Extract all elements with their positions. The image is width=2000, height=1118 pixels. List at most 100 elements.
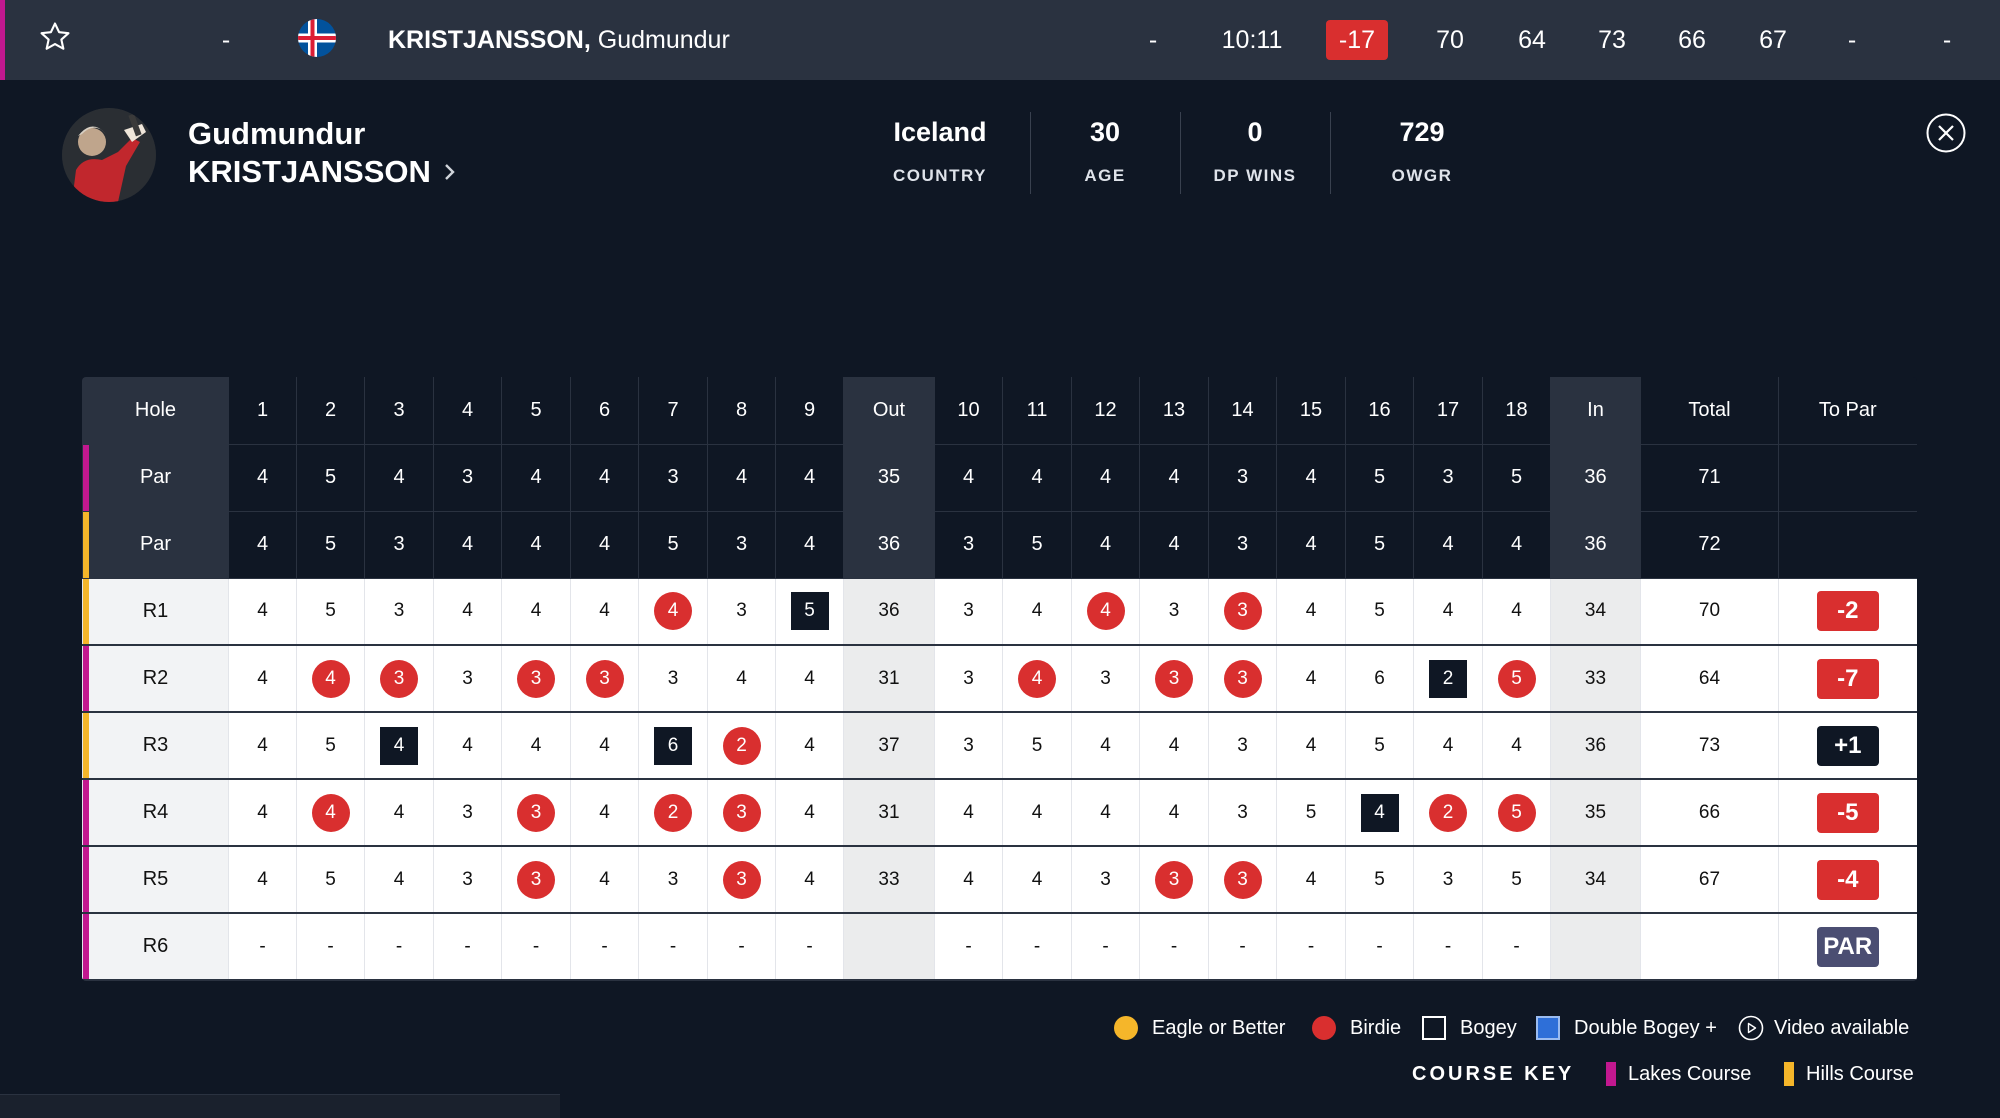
score-cell: 3 bbox=[1208, 578, 1277, 646]
birdie-marker: 3 bbox=[517, 659, 555, 698]
score-cell: 70 bbox=[1640, 578, 1779, 646]
score-cell: 3 bbox=[1208, 846, 1277, 914]
par-cell: 3 bbox=[638, 444, 708, 512]
round-row-r6[interactable]: R6- - - - - - - - - - - - - - - - - - PAR bbox=[82, 913, 1917, 981]
header-cell: 8 bbox=[707, 377, 776, 445]
round-row-r3[interactable]: R3 4 5 4 4 4 4 6 2 4 37 3 5 4 4 3 4 5 4 4 36 73 +1 bbox=[82, 712, 1917, 780]
double-bogey-swatch bbox=[1536, 1016, 1560, 1040]
legend-bogey: Bogey bbox=[1422, 1012, 1517, 1044]
score-cell: - bbox=[1139, 913, 1209, 981]
score-cell: 3 bbox=[707, 578, 776, 646]
score-cell: 4 bbox=[228, 645, 297, 713]
par-cell: 5 bbox=[1002, 511, 1072, 579]
legend-double-bogey: Double Bogey + bbox=[1536, 1012, 1717, 1044]
lakes-course-stripe bbox=[83, 646, 89, 711]
player-row[interactable]: - KRISTJANSSON, Gudmundur - 10:11 -17 70… bbox=[0, 0, 2000, 80]
score-cell: 5 bbox=[296, 846, 365, 914]
hills-course-stripe bbox=[83, 511, 89, 578]
stat-dp-wins: 0 DP WINS bbox=[1200, 112, 1310, 198]
par-cell: 4 bbox=[1276, 511, 1346, 579]
par-cell: 72 bbox=[1640, 511, 1779, 579]
lakes-course-stripe bbox=[83, 780, 89, 845]
score-cell: 3 bbox=[638, 645, 708, 713]
par-cell: 4 bbox=[433, 511, 502, 579]
par-cell: 4 bbox=[1139, 511, 1209, 579]
bogey-marker: 5 bbox=[790, 592, 829, 631]
score-cell: 4 bbox=[228, 578, 297, 646]
score-cell: 5 bbox=[1002, 712, 1072, 780]
header-cell: 5 bbox=[501, 377, 571, 445]
row-label: R3 bbox=[82, 712, 229, 780]
par-cell: 71 bbox=[1640, 444, 1779, 512]
player-last-name: KRISTJANSSON, bbox=[388, 25, 591, 54]
score-cell: 4 bbox=[228, 779, 297, 847]
par-cell: 36 bbox=[1550, 444, 1641, 512]
score-cell: 4 bbox=[570, 712, 639, 780]
score-cell: 3 bbox=[1071, 846, 1140, 914]
lakes-course-stripe bbox=[83, 914, 89, 979]
score-cell: - bbox=[707, 913, 776, 981]
par-cell: 36 bbox=[1550, 511, 1641, 579]
stat-divider bbox=[1180, 112, 1181, 194]
to-par-cell: -17 bbox=[1324, 0, 1390, 80]
score-cell: 5 bbox=[1276, 779, 1346, 847]
score-cell: - bbox=[570, 913, 639, 981]
score-cell: 3 bbox=[934, 645, 1003, 713]
close-icon[interactable] bbox=[1926, 113, 1966, 153]
score-cell: 4 bbox=[570, 779, 639, 847]
score-cell: 4 bbox=[1345, 779, 1414, 847]
score-cell: 5 bbox=[1482, 846, 1551, 914]
score-cell: 31 bbox=[843, 645, 935, 713]
to-par-badge: -17 bbox=[1326, 20, 1388, 60]
score-cell: - bbox=[1208, 913, 1277, 981]
score-cell: 31 bbox=[843, 779, 935, 847]
round-row-r4[interactable]: R4 4 4 4 3 3 4 2 3 4 31 4 4 4 4 3 5 4 2 5 35 66 -5 bbox=[82, 779, 1917, 847]
header-cell: In bbox=[1550, 377, 1641, 445]
stat-divider bbox=[1030, 112, 1031, 194]
birdie-marker: 3 bbox=[1223, 659, 1262, 698]
round-2-score: 64 bbox=[1518, 25, 1546, 54]
score-cell: 4 bbox=[775, 645, 844, 713]
row-label-text: R2 bbox=[142, 667, 169, 689]
tee-time: 10:11 bbox=[1221, 25, 1283, 54]
birdie-marker: 3 bbox=[1223, 592, 1262, 631]
header-cell: To Par bbox=[1778, 377, 1917, 445]
round-row-r2[interactable]: R2 4 4 3 3 3 3 3 4 4 31 3 4 3 3 3 4 6 2 5 33 64 -7 bbox=[82, 645, 1917, 713]
par-cell bbox=[1778, 444, 1917, 512]
row-label: R6 bbox=[82, 913, 229, 981]
bogey-marker: 4 bbox=[1360, 793, 1399, 832]
birdie-marker: 4 bbox=[311, 793, 350, 832]
header-cell: 2 bbox=[296, 377, 365, 445]
lakes-label: Lakes Course bbox=[1628, 1062, 1752, 1085]
round-4-score: 66 bbox=[1678, 25, 1706, 54]
stat-label: AGE bbox=[1084, 166, 1126, 185]
par-cell: 5 bbox=[1482, 444, 1551, 512]
round-6-score: - bbox=[1847, 25, 1857, 54]
star-icon[interactable] bbox=[38, 20, 72, 54]
position: - bbox=[221, 25, 231, 54]
player-name[interactable]: KRISTJANSSON, Gudmundur bbox=[388, 0, 730, 80]
score-cell: 2 bbox=[638, 779, 708, 847]
score-cell: 5 bbox=[1482, 779, 1551, 847]
player-first-name: Gudmundur bbox=[597, 25, 730, 54]
score-cell: 4 bbox=[296, 779, 365, 847]
row-label-text: R4 bbox=[142, 801, 169, 823]
to-par-badge: -5 bbox=[1816, 792, 1879, 833]
par-cell: 5 bbox=[296, 444, 365, 512]
par-cell: 4 bbox=[707, 444, 776, 512]
birdie-marker: 5 bbox=[1497, 793, 1536, 832]
round-row-r1[interactable]: R1 4 5 3 4 4 4 4 3 5 36 3 4 4 3 3 4 5 4 4 34 70 -2 bbox=[82, 578, 1917, 646]
birdie-marker: 3 bbox=[585, 659, 624, 698]
score-cell bbox=[843, 913, 935, 981]
score-cell: 3 bbox=[570, 645, 639, 713]
player-profile-link[interactable]: KRISTJANSSON bbox=[188, 154, 457, 190]
to-par-cell: -5 bbox=[1778, 779, 1917, 847]
hole-header-row: Hole 1 2 3 4 5 6 7 8 9 Out 10 11 12 13 14 15 16 17 18 In Tota… bbox=[82, 377, 1917, 445]
score-cell: - bbox=[228, 913, 297, 981]
row-label-text: R1 bbox=[142, 599, 169, 622]
stat-value: 729 bbox=[1399, 117, 1445, 147]
score-cell: - bbox=[775, 913, 844, 981]
round-row-r5[interactable]: R5 4 5 4 3 3 4 3 3 4 33 4 4 3 3 3 4 5 3 5 34 67 -4 bbox=[82, 846, 1917, 914]
score-cell: 5 bbox=[775, 578, 844, 646]
score-cell: 2 bbox=[1413, 779, 1483, 847]
